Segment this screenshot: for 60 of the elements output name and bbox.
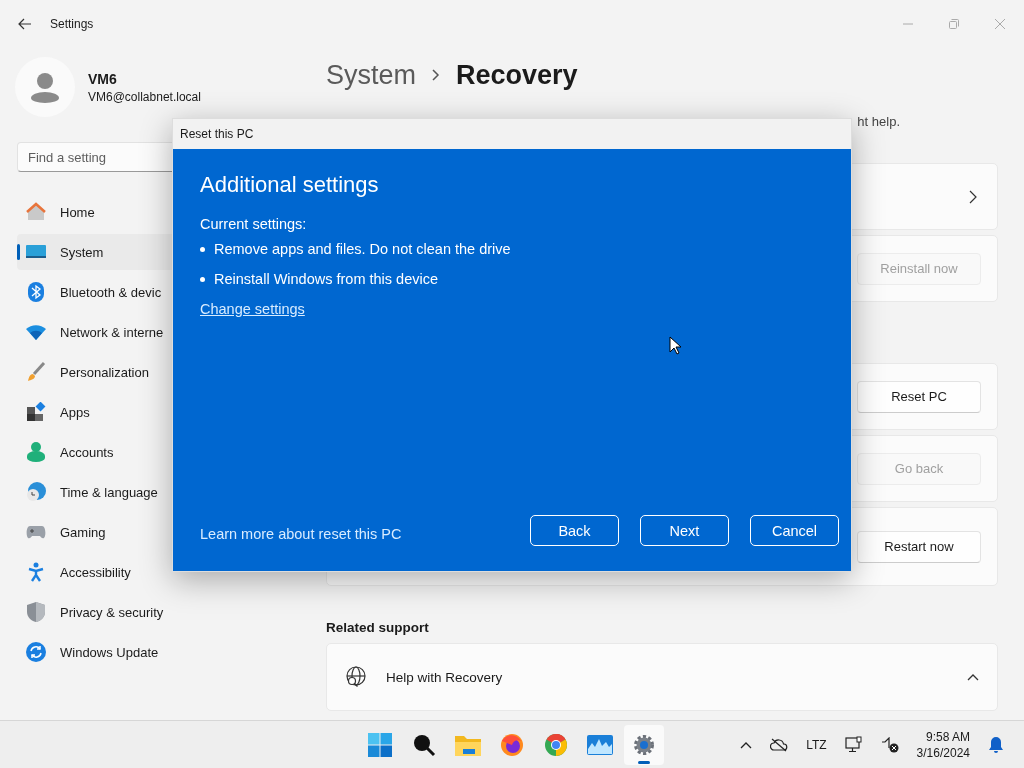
user-name: VM6 (88, 70, 118, 87)
nav-item[interactable]: Time & language (17, 474, 300, 510)
caret-icon[interactable] (967, 673, 979, 681)
gear-icon (632, 732, 656, 757)
accessibility-icon (26, 562, 46, 582)
chevron-up-icon[interactable] (740, 740, 753, 749)
search-icon (412, 732, 436, 757)
description-text: ht help. (857, 113, 900, 129)
bullet-icon (200, 276, 205, 282)
clock[interactable]: 9:58 AM 3/16/2024 (916, 728, 970, 761)
network-icon[interactable] (844, 735, 863, 754)
folder-icon (455, 733, 481, 756)
cloud-off-icon[interactable] (770, 737, 789, 752)
nav-item[interactable]: Privacy & security (17, 594, 300, 630)
dialog-title: Reset this PC (180, 127, 254, 141)
chevron-icon (432, 69, 441, 81)
nav-item[interactable]: Accounts (17, 434, 300, 470)
change-settings-link[interactable]: Change settings (200, 299, 305, 319)
chevron-icon[interactable] (969, 189, 977, 204)
back-icon[interactable] (18, 18, 32, 30)
breadcrumb-parent[interactable]: System (326, 59, 417, 91)
windows-logo-icon (368, 732, 392, 757)
nav-item[interactable]: Windows Update (17, 634, 300, 670)
sync-icon (26, 642, 46, 662)
language-indicator[interactable]: LTZ (806, 737, 827, 752)
dialog-button[interactable]: Cancel (750, 515, 839, 546)
action-button[interactable]: Reset PC (857, 380, 981, 413)
dialog-button[interactable]: Back (530, 515, 619, 546)
globe-clock-icon (26, 482, 46, 502)
help-card[interactable]: Help with Recovery (326, 643, 998, 711)
nav-item[interactable]: Apps (17, 394, 300, 430)
gamepad-icon (26, 525, 46, 539)
apps-icon (26, 402, 46, 422)
dialog-heading: Additional settings (200, 171, 380, 199)
action-button[interactable]: Restart now (857, 530, 981, 563)
nav-item[interactable]: Personalization (17, 354, 300, 390)
brush-icon (26, 362, 46, 382)
house-icon (26, 202, 46, 222)
bell-icon[interactable] (988, 735, 1004, 754)
user-email: VM6@collabnet.local (88, 89, 201, 104)
monitor-icon (26, 244, 46, 260)
person-icon (26, 442, 46, 462)
chart-window-icon (587, 734, 613, 755)
wifi-icon (26, 324, 46, 340)
section-heading: Related support (326, 620, 430, 635)
shield-icon (26, 602, 46, 622)
globe-search-icon (345, 666, 367, 688)
settings-label: Current settings: (200, 215, 308, 233)
window-title: Settings (50, 17, 94, 31)
page-title: Recovery (456, 59, 578, 91)
bluetooth-icon (26, 282, 46, 302)
browser-icon (500, 732, 524, 757)
cursor-icon (669, 336, 681, 355)
avatar-icon (15, 57, 75, 117)
learn-more-link[interactable]: Learn more about reset this PC (200, 519, 530, 542)
dialog-button[interactable]: Next (640, 515, 729, 546)
setting-text: Reinstall Windows from this device (214, 270, 439, 289)
nav-item[interactable]: Accessibility (17, 554, 300, 590)
browser-icon (544, 732, 568, 757)
bullet-icon (200, 246, 205, 252)
